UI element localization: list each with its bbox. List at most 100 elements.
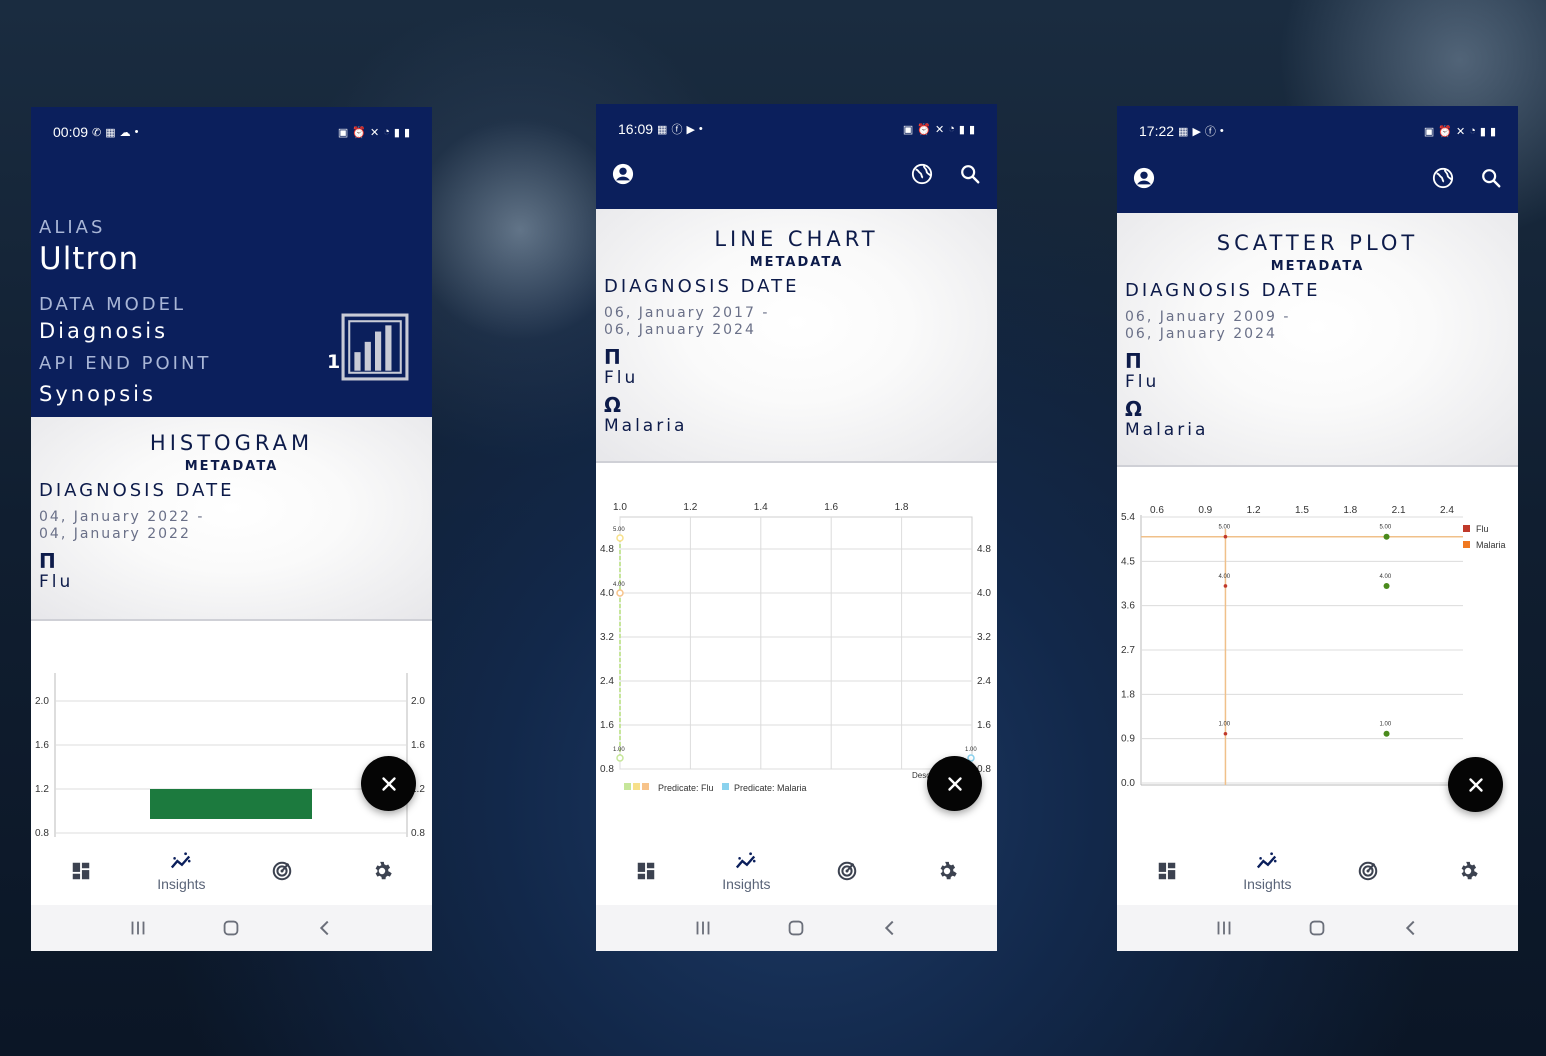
flu-point-label: 5.00 — [1218, 525, 1230, 531]
y-tick-label: 5.4 — [1121, 512, 1135, 523]
predicate-symbol-malaria: Ω — [1125, 397, 1143, 421]
nav-insights-label: Insights — [1243, 875, 1292, 892]
metadata-label: METADATA — [184, 459, 279, 474]
y-tick-label: 0.9 — [1121, 734, 1135, 745]
chart-title: HISTOGRAM — [149, 431, 314, 455]
y-tick-label-left: 4.8 — [600, 544, 614, 555]
legend-swatch-malaria — [1463, 541, 1470, 548]
nav-insights[interactable]: Insights — [1227, 851, 1307, 892]
nav-dashboard[interactable] — [606, 860, 686, 882]
lock-icon: ▣ — [902, 123, 914, 136]
close-icon — [1465, 774, 1487, 796]
nav-settings[interactable] — [907, 860, 987, 882]
youtube-icon: ▶ — [1192, 125, 1201, 138]
nav-insights[interactable]: Insights — [706, 851, 786, 892]
x-tick-label: 1.4 — [754, 502, 768, 513]
search-icon[interactable] — [1480, 167, 1502, 189]
close-fab-button[interactable] — [1448, 757, 1503, 812]
globe-icon[interactable] — [911, 163, 933, 185]
legend-label-flu: Flu — [1476, 524, 1489, 534]
predicate-symbol-malaria: Ω — [604, 393, 622, 417]
wifi-icon: ◔ — [383, 126, 390, 138]
legend-label-flu: Predicate: Flu — [658, 783, 714, 793]
recents-icon[interactable] — [692, 917, 714, 939]
legend-label-malaria: Malaria — [1476, 540, 1506, 550]
y-tick-label-right: 1.6 — [411, 740, 425, 751]
y-tick-label-right: 2.4 — [977, 676, 991, 687]
predicate-value-malaria: Malaria — [604, 416, 688, 436]
radar-icon — [836, 860, 858, 882]
date-to: 06, January 2024 — [604, 322, 756, 338]
nav-settings[interactable] — [342, 860, 422, 882]
x-tick-label: 1.0 — [613, 502, 627, 513]
search-icon[interactable] — [959, 163, 981, 185]
signal-icon: ▮ — [393, 126, 400, 139]
legend-swatch-flu — [633, 783, 640, 790]
status-bar: 16:09 ▦ ⓕ ▶ • ▣ ⏰ ✕ ◔ ▮ ▮ — [596, 104, 997, 154]
recents-icon[interactable] — [1213, 917, 1235, 939]
gallery-icon: ▦ — [105, 126, 116, 139]
predicate-value-flu: Flu — [1125, 372, 1160, 392]
lock-icon: ▣ — [337, 126, 349, 139]
nav-radar[interactable] — [807, 860, 887, 882]
y-tick-label-right: 1.6 — [977, 720, 991, 731]
y-tick-label-right: 4.0 — [977, 588, 991, 599]
back-icon[interactable] — [879, 917, 901, 939]
nav-dashboard[interactable] — [1127, 860, 1207, 882]
globe-icon[interactable] — [1432, 167, 1454, 189]
mute-icon: ✕ — [935, 123, 945, 136]
phone-screen-line-chart: 16:09 ▦ ⓕ ▶ • ▣ ⏰ ✕ ◔ ▮ ▮ LINE CHART METADATA DIA… — [596, 104, 997, 951]
flu-point-label: 4.00 — [1218, 574, 1230, 580]
back-icon[interactable] — [1400, 917, 1422, 939]
status-bar: 17:22 ▦ ▶ ⓕ • ▣ ⏰ ✕ ◔ ▮ ▮ — [1117, 106, 1518, 156]
dashboard-icon — [70, 860, 92, 882]
malaria-point-label: 5.00 — [1380, 525, 1392, 531]
close-fab-button[interactable] — [927, 756, 982, 811]
system-nav-bar — [596, 905, 997, 951]
y-tick-label-left: 2.4 — [600, 676, 614, 687]
recents-icon[interactable] — [127, 917, 149, 939]
y-tick-label: 0.0 — [1121, 778, 1135, 789]
date-to: 06, January 2024 — [1125, 326, 1277, 342]
metadata-panel: HISTOGRAM METADATA DIAGNOSIS DATE 04, Ja… — [31, 417, 432, 621]
whatsapp-icon: ✆ — [92, 126, 102, 139]
alias-value: Ultron — [39, 241, 140, 277]
predicate-symbol: Π — [39, 549, 56, 573]
phone-screen-histogram: 00:09 ✆ ▦ ☁ • ▣ ⏰ ✕ ◔ ▮ ▮ ALIAS Ultron DATA MODEL… — [31, 107, 432, 951]
top-app-bar — [1117, 152, 1518, 204]
nav-settings[interactable] — [1428, 860, 1508, 882]
y-tick-label: 2.7 — [1121, 645, 1135, 656]
alarm-icon: ⏰ — [917, 123, 931, 136]
date-to: 04, January 2022 — [39, 526, 191, 542]
y-tick-label: 3.6 — [1121, 601, 1135, 612]
home-icon[interactable] — [220, 917, 242, 939]
flu-point — [616, 589, 624, 597]
user-icon[interactable] — [612, 163, 634, 185]
malaria-point-label: 1.00 — [1380, 722, 1392, 728]
dot-icon: • — [1219, 125, 1224, 137]
date-key-label: DIAGNOSIS DATE — [604, 276, 800, 297]
malaria-point-label: 1.00 — [965, 747, 977, 753]
home-icon[interactable] — [1306, 917, 1328, 939]
home-icon[interactable] — [785, 917, 807, 939]
back-icon[interactable] — [314, 917, 336, 939]
nav-dashboard[interactable] — [41, 860, 121, 882]
nav-radar[interactable] — [1328, 860, 1408, 882]
nav-radar[interactable] — [242, 860, 322, 882]
facebook-icon: ⓕ — [1204, 126, 1216, 138]
y-tick-label-left: 4.0 — [600, 588, 614, 599]
metadata-label: METADATA — [749, 255, 844, 270]
bottom-nav: Insights — [596, 837, 997, 905]
gear-icon — [936, 860, 958, 882]
x-tick-label: 2.4 — [1440, 505, 1454, 516]
y-tick-label-right: 3.2 — [977, 632, 991, 643]
close-fab-button[interactable] — [361, 756, 416, 811]
x-tick-label: 1.6 — [824, 502, 838, 513]
date-key-label: DIAGNOSIS DATE — [39, 480, 235, 501]
nav-insights[interactable]: Insights — [141, 851, 221, 892]
header-panel: 00:09 ✆ ▦ ☁ • ▣ ⏰ ✕ ◔ ▮ ▮ ALIAS Ultron DATA MODEL… — [31, 107, 432, 417]
user-icon[interactable] — [1133, 167, 1155, 189]
flu-point-label: 1.00 — [613, 747, 625, 753]
bar-chart-icon[interactable] — [341, 313, 409, 381]
signal-icon: ▮ — [958, 123, 965, 136]
